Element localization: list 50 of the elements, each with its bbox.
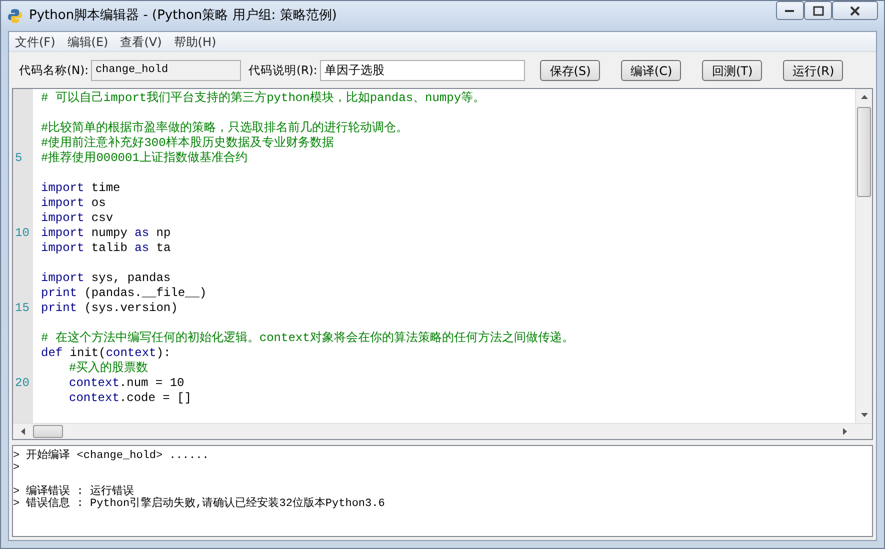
- line-number: 10: [14, 226, 30, 241]
- code-line: #推荐使用000001上证指数做基准合约: [40, 151, 248, 166]
- line-number: 15: [14, 301, 30, 316]
- vertical-scrollbar[interactable]: [855, 89, 872, 423]
- menu-item[interactable]: 文件(F): [9, 32, 62, 51]
- line-number: 5: [14, 151, 24, 166]
- close-button[interactable]: [832, 1, 878, 20]
- toolbar-button[interactable]: 编译(C): [621, 60, 682, 81]
- toolbar-button[interactable]: 回测(T): [702, 60, 762, 81]
- output-line: >: [13, 462, 21, 474]
- code-line: print (pandas.__file__): [40, 286, 207, 301]
- menu-item[interactable]: 帮助(H): [168, 32, 222, 51]
- code-line: #买入的股票数: [68, 361, 148, 376]
- code-editor[interactable]: [12, 88, 873, 440]
- code-line: import csv: [40, 211, 114, 226]
- maximize-button[interactable]: [804, 1, 832, 20]
- window-title: Python脚本编辑器 - (Python策略 用户组: 策略范例): [29, 7, 337, 26]
- scrollbar-thumb[interactable]: [857, 107, 871, 197]
- close-icon: [850, 6, 860, 16]
- horizontal-scrollbar[interactable]: [13, 423, 872, 439]
- menu-item[interactable]: 编辑(E): [61, 32, 114, 51]
- code-line: def init(context):: [40, 346, 171, 361]
- line-number: 20: [14, 376, 30, 391]
- code-line: context.code = []: [68, 391, 192, 406]
- code-line: context.num = 10: [68, 376, 184, 391]
- code-name-field[interactable]: change_hold: [91, 60, 242, 81]
- code-line: import sys, pandas: [40, 271, 171, 286]
- minimize-icon: [785, 8, 795, 12]
- minimize-button[interactable]: [776, 1, 804, 20]
- code-line: import time: [40, 181, 120, 196]
- python-logo-icon: [7, 8, 23, 24]
- toolbar-button[interactable]: 保存(S): [540, 60, 600, 81]
- toolbar-button[interactable]: 运行(R): [783, 60, 844, 81]
- code-line: import os: [40, 196, 106, 211]
- menu-item[interactable]: 查看(V): [114, 32, 168, 51]
- code-line: # 在这个方法中编写任何的初始化逻辑。context对象将会在你的算法策略的任何方法之间做传递。: [40, 331, 574, 346]
- code-line: import talib as ta: [40, 241, 171, 256]
- code-line: import numpy as np: [40, 226, 171, 241]
- code-line: print (sys.version): [40, 301, 178, 316]
- output-line: > 编译错误 : 运行错误: [13, 486, 134, 498]
- field-label: 代码名称(N):: [19, 62, 88, 79]
- code-line: #比较简单的根据市盈率做的策略，只选取排名前几的进行轮动调仓。: [40, 121, 408, 136]
- code-line: # 可以自己import我们平台支持的第三方python模块，比如pandas、numpy等。: [40, 91, 486, 106]
- scrollbar-thumb[interactable]: [33, 425, 63, 438]
- output-line: > 开始编译 <change_hold> ......: [13, 450, 210, 462]
- field-label: 代码说明(R):: [248, 62, 318, 79]
- code-line: #使用前注意补充好300样本股历史数据及专业财务数据: [40, 136, 334, 151]
- output-line: > 错误信息 : Python引擎启动失败,请确认已经安装32位版本Python3.6: [13, 498, 386, 510]
- maximize-icon: [812, 6, 824, 16]
- code-description-field[interactable]: 单因子选股: [320, 60, 526, 81]
